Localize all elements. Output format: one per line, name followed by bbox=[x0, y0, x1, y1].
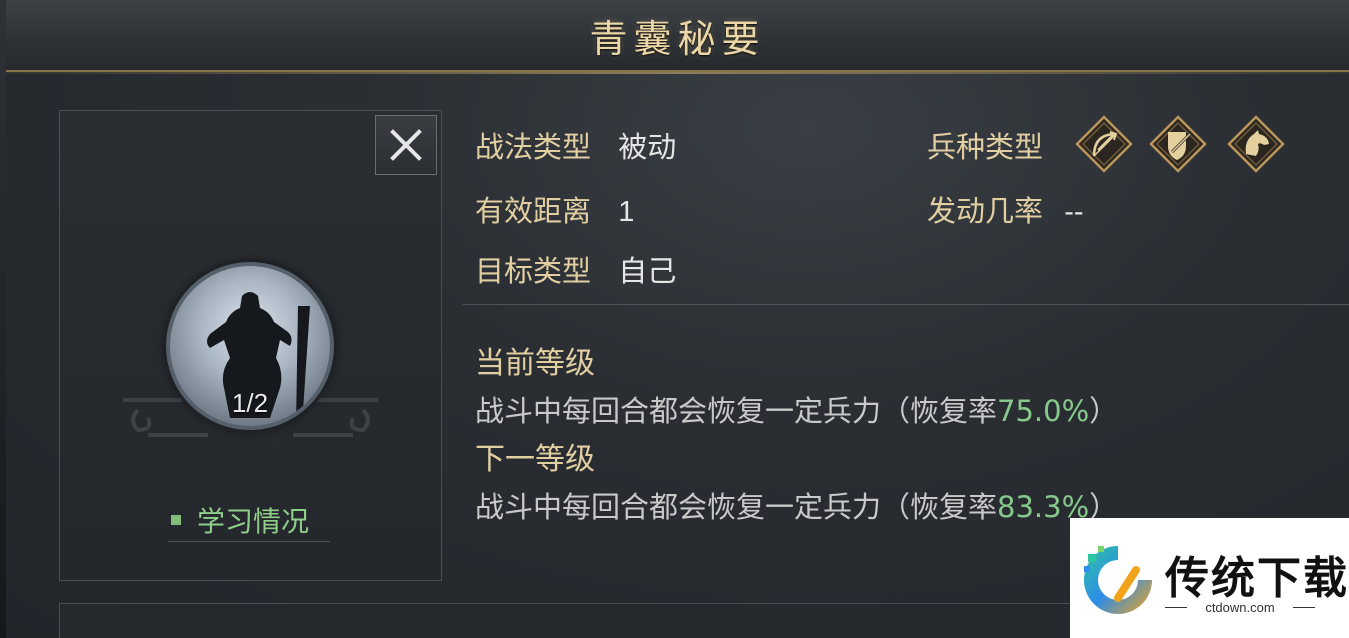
trigger-value: -- bbox=[1064, 196, 1084, 228]
watermark-title: 传统下载 bbox=[1165, 553, 1349, 604]
troop-type-label: 兵种类型 bbox=[927, 130, 1044, 164]
range-label: 有效距离 bbox=[475, 194, 592, 228]
next-level-desc: 战斗中每回合都会恢复一定兵力（恢复率83.3%） bbox=[475, 484, 1118, 526]
close-button[interactable] bbox=[375, 115, 437, 175]
current-level-title: 当前等级 bbox=[475, 346, 595, 381]
watermark-logo-icon bbox=[1084, 546, 1152, 614]
next-desc-text: 战斗中每回合都会恢复一定兵力（恢复率 bbox=[475, 490, 998, 524]
target-value: 自己 bbox=[618, 254, 677, 288]
trigger-row: 发动几率 -- bbox=[927, 188, 1084, 230]
troop-icons bbox=[1074, 114, 1289, 174]
bullet-icon bbox=[171, 514, 181, 525]
shield-icon bbox=[1149, 115, 1207, 173]
bottom-panel bbox=[59, 603, 1159, 638]
stage: 青囊秘要 1/2 学习情况 战法类型 被动 有效距离 1 目标类型 自己 兵种类… bbox=[0, 0, 1349, 638]
watermark: 传统下载 ctdown.com bbox=[1070, 518, 1349, 638]
tactic-type-row: 战法类型 被动 bbox=[475, 124, 676, 166]
next-level-title: 下一等级 bbox=[475, 442, 595, 477]
current-level-desc: 战斗中每回合都会恢复一定兵力（恢复率75.0%） bbox=[475, 388, 1118, 430]
watermark-rule bbox=[1293, 607, 1315, 608]
study-status-label: 学习情况 bbox=[197, 504, 310, 538]
troop-type-row: 兵种类型 bbox=[927, 124, 1043, 166]
tactic-type-label: 战法类型 bbox=[475, 130, 592, 164]
target-label: 目标类型 bbox=[475, 254, 592, 288]
learn-level: 1/2 bbox=[231, 388, 269, 418]
close-icon bbox=[390, 129, 422, 161]
tactic-type-value: 被动 bbox=[618, 130, 677, 164]
trigger-label: 发动几率 bbox=[927, 194, 1044, 228]
bow-icon bbox=[1075, 115, 1133, 173]
current-desc-text: 战斗中每回合都会恢复一定兵力（恢复率 bbox=[475, 394, 998, 428]
frame-edge bbox=[0, 0, 6, 638]
page-title: 青囊秘要 bbox=[589, 17, 766, 61]
horse-icon bbox=[1227, 115, 1285, 173]
current-desc-close: ） bbox=[1089, 394, 1119, 428]
target-row: 目标类型 自己 bbox=[475, 248, 676, 290]
current-rate: 75.0% bbox=[997, 394, 1090, 428]
study-status-link[interactable]: 学习情况 bbox=[168, 498, 330, 542]
divider bbox=[463, 304, 1349, 305]
range-row: 有效距离 1 bbox=[475, 188, 634, 230]
title-bar: 青囊秘要 bbox=[6, 0, 1349, 74]
range-value: 1 bbox=[618, 196, 635, 228]
